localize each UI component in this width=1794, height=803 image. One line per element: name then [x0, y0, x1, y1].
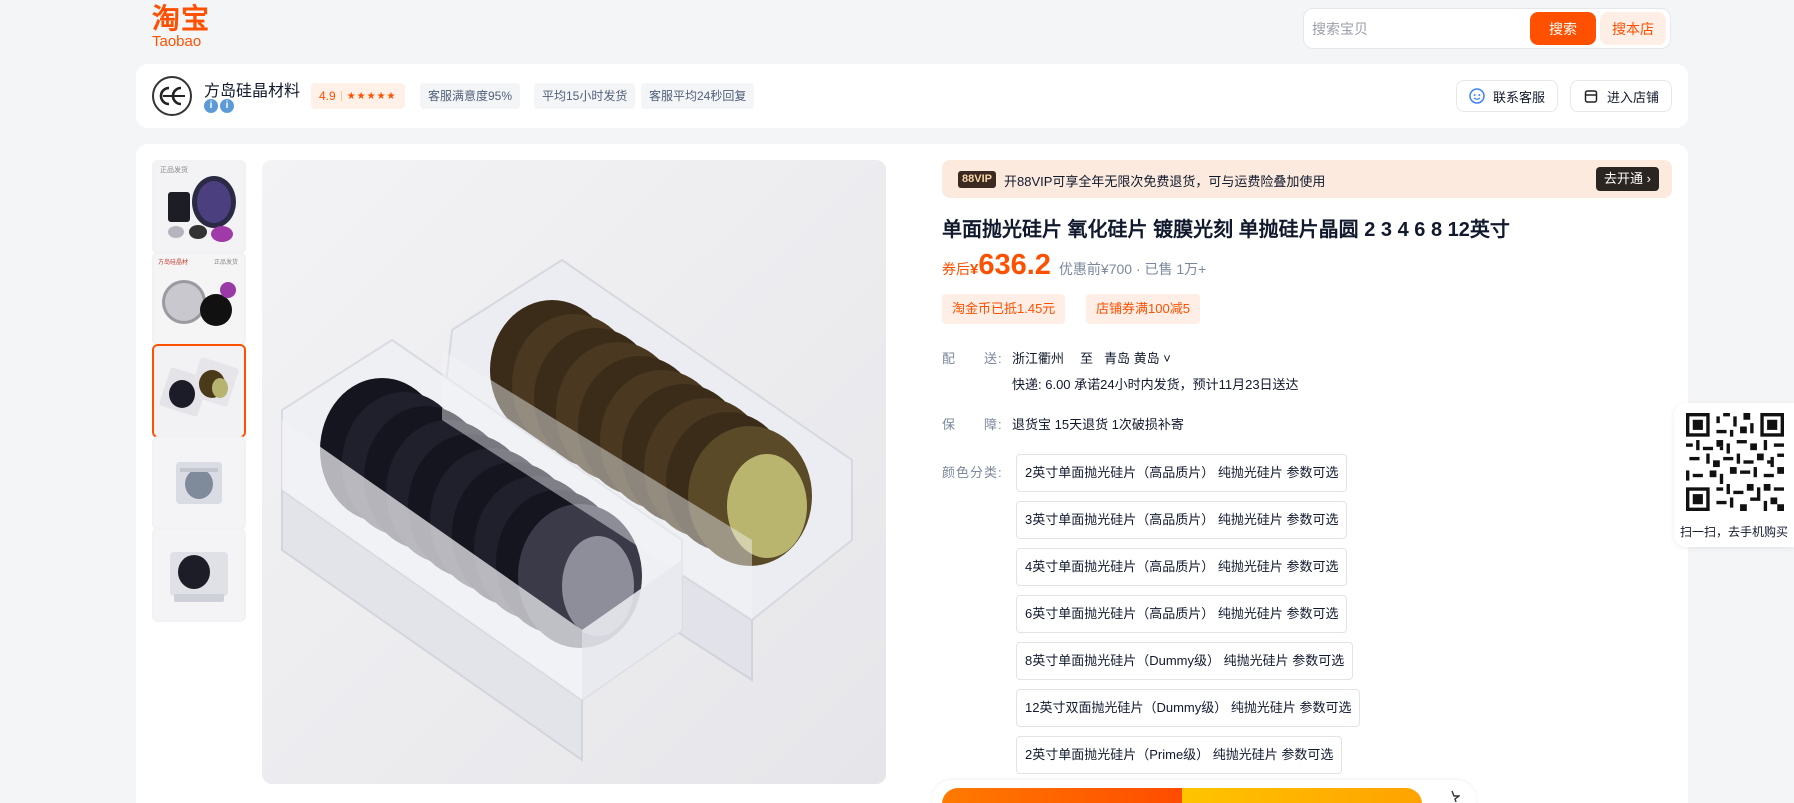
- guarantee-label: 保 障:: [942, 417, 1003, 432]
- sku-option[interactable]: 2英寸单面抛光硅片（Prime级） 纯抛光硅片 参数可选: [1016, 736, 1343, 774]
- sku-option[interactable]: 4英寸单面抛光硅片（高品质片） 纯抛光硅片 参数可选: [1016, 548, 1348, 586]
- shop-badges: i i: [204, 99, 234, 113]
- thumb2-tag-left: 方岛硅晶材: [158, 258, 188, 266]
- delivery-from: 浙江衢州: [1012, 351, 1065, 366]
- thumb2-tag-right: 正品发货: [214, 258, 238, 266]
- price-prefix: 券后: [942, 261, 970, 277]
- sku-option[interactable]: 12英寸双面抛光硅片（Dummy级） 纯抛光硅片 参数可选: [1016, 689, 1361, 727]
- product-title: 单面抛光硅片 氧化硅片 镀膜光刻 单抛硅片晶圆 2 3 4 6 8 12英寸: [942, 219, 1510, 241]
- sku-option[interactable]: 6英寸单面抛光硅片（高品质片） 纯抛光硅片 参数可选: [1016, 595, 1348, 633]
- thumbnail-2[interactable]: 方岛硅晶材 正品发货: [152, 252, 246, 346]
- enter-shop-label: 进入店铺: [1607, 89, 1660, 105]
- delivery-detail: 快递: 6.00 承诺24小时内发货，预计11月23日送达: [1012, 377, 1299, 392]
- contact-service-button[interactable]: 联系客服: [1456, 80, 1559, 112]
- delivery-label: 配 送:: [942, 351, 1003, 366]
- delivery-destination[interactable]: 青岛 黄岛 ˅: [1104, 348, 1171, 367]
- coupon-coins[interactable]: 淘金币已抵1.45元: [942, 294, 1066, 324]
- qr-caption: 扫一扫，去手机购买: [1679, 525, 1788, 539]
- badge-icon: i: [220, 99, 234, 113]
- buy-bar: [932, 780, 1476, 803]
- wafer-cassette-image: [262, 160, 886, 784]
- sku-label: 颜色分类:: [942, 465, 1003, 480]
- sku-option[interactable]: 8英寸单面抛光硅片（Dummy级） 纯抛光硅片 参数可选: [1016, 642, 1354, 680]
- shop-logo-icon: [159, 86, 185, 106]
- coupon-shop[interactable]: 店铺券满100减5: [1086, 294, 1200, 324]
- shop-tag-shipping: 平均15小时发货: [534, 83, 636, 109]
- wafer-product-image: 方岛硅晶材 正品发货: [154, 254, 244, 344]
- thumbnail-3[interactable]: [152, 344, 246, 438]
- buy-now-button[interactable]: [942, 788, 1182, 803]
- shop-rating: 4.9 ★★★★★: [311, 83, 405, 109]
- thumbnail-4[interactable]: [152, 436, 246, 530]
- search-button[interactable]: 搜索: [1530, 12, 1596, 45]
- thumb1-tag: 正品发货: [160, 165, 188, 174]
- service-icon: [1469, 88, 1485, 104]
- thumbnail-1[interactable]: 正品发货: [152, 160, 246, 254]
- qr-code-icon: [1686, 413, 1784, 511]
- search-shop-button[interactable]: 搜本店: [1600, 12, 1666, 45]
- star-rating-icon: ★★★★★: [346, 90, 397, 102]
- price-extra: 优惠前¥700 · 已售 1万+: [1058, 261, 1207, 277]
- vip-banner: 88VIP 开88VIP可享全年无限次免费退货，可与运费险叠加使用 去开通 ›: [942, 160, 1672, 198]
- price-value: 636.2: [978, 249, 1051, 281]
- search-box: 搜索 搜本店: [1303, 8, 1671, 49]
- search-input[interactable]: [1312, 18, 1522, 40]
- shop-tag-reply: 客服平均24秒回复: [641, 83, 755, 109]
- taobao-logo[interactable]: 淘宝 Taobao: [152, 4, 222, 50]
- vip-text: 开88VIP可享全年无限次免费退货，可与运费险叠加使用: [1004, 174, 1326, 189]
- guarantee-detail: 退货宝 15天退货 1次破损补寄: [1012, 417, 1184, 432]
- shop-name[interactable]: 方岛硅晶材料: [204, 77, 300, 101]
- shop-avatar[interactable]: [152, 76, 192, 116]
- product-panel: 正品发货 方岛硅晶材 正品发货 88VIP 开88VIP可享全年无限次免费退货，…: [136, 144, 1688, 803]
- delivery-to-word: 至: [1080, 351, 1094, 366]
- sku-option[interactable]: 3英寸单面抛光硅片（高品质片） 纯抛光硅片 参数可选: [1016, 501, 1348, 539]
- wafer-product-image: [154, 346, 244, 436]
- wafer-product-image: [154, 438, 244, 528]
- wafer-product-image: 正品发货: [154, 162, 244, 252]
- rating-divider: [340, 91, 342, 101]
- logo-chinese: 淘宝: [152, 3, 211, 34]
- qr-float-panel[interactable]: 扫一扫，去手机购买: [1674, 403, 1794, 547]
- shop-tag-satisfaction: 客服满意度95%: [420, 83, 521, 109]
- price-currency: ¥: [970, 261, 979, 278]
- rating-value: 4.9: [319, 89, 336, 103]
- badge-icon: i: [204, 99, 218, 113]
- main-product-image[interactable]: [262, 160, 886, 784]
- wafer-product-image: [154, 530, 244, 620]
- enter-shop-button[interactable]: 进入店铺: [1570, 80, 1673, 112]
- logo-english: Taobao: [152, 33, 202, 50]
- top-bar: 淘宝 Taobao 搜索 搜本店: [0, 0, 1794, 56]
- price-row: 券后 ¥ 636.2 优惠前¥700 · 已售 1万+: [942, 249, 1206, 282]
- contact-service-label: 联系客服: [1493, 89, 1546, 105]
- vip-logo: 88VIP: [958, 171, 996, 188]
- store-icon: [1584, 90, 1598, 103]
- thumbnail-5[interactable]: [152, 528, 246, 622]
- vip-open-button[interactable]: 去开通 ›: [1596, 167, 1659, 191]
- sku-option[interactable]: 2英寸单面抛光硅片（高品质片） 纯抛光硅片 参数可选: [1016, 454, 1348, 492]
- favorite-icon[interactable]: [1444, 790, 1460, 802]
- add-to-cart-button[interactable]: [1182, 788, 1422, 803]
- shop-bar: 方岛硅晶材料 i i 4.9 ★★★★★ 客服满意度95% 平均15小时发货 客…: [136, 64, 1688, 128]
